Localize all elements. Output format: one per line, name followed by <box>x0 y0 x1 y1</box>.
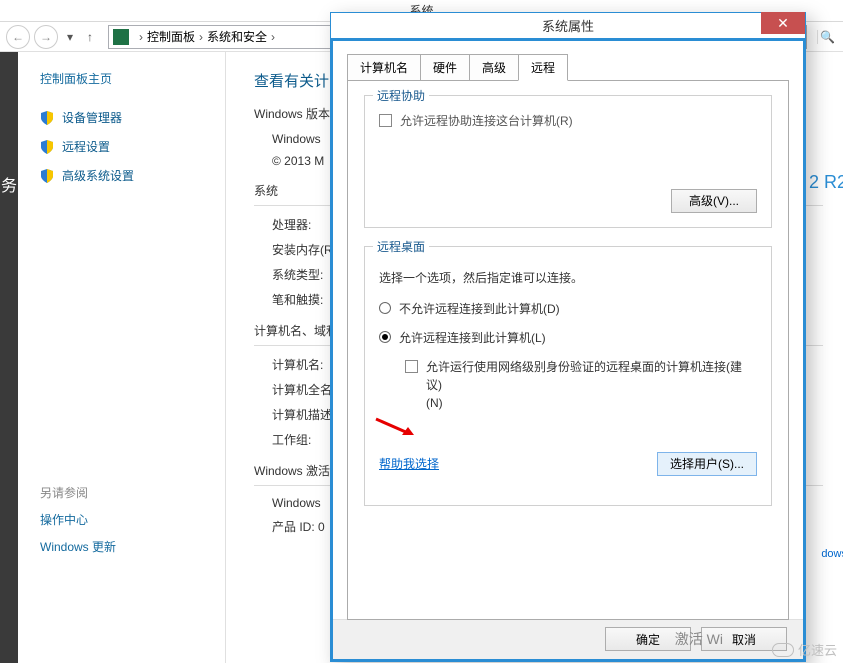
activate-windows-hint: 激活 Wi <box>675 629 723 649</box>
checkbox-label: 允许远程协助连接这台计算机(R) <box>400 112 573 129</box>
left-nav-pane: 控制面板主页 设备管理器 远程设置 高级系统设置 另请参阅 操作中心 Windo… <box>18 52 226 663</box>
select-users-button[interactable]: 选择用户(S)... <box>657 452 757 476</box>
radio-label: 允许远程连接到此计算机(L) <box>399 329 546 346</box>
tab-advanced[interactable]: 高级 <box>469 54 519 81</box>
server-r2-badge: 2 R2 <box>809 172 843 193</box>
tab-remote[interactable]: 远程 <box>518 54 568 81</box>
search-icon[interactable]: 🔍 <box>817 30 837 44</box>
tab-panel-remote: 远程协助 允许远程协助连接这台计算机(R) 高级(V)... 远程桌面 选择一个… <box>347 80 789 620</box>
sidebar-item-remote-settings[interactable]: 远程设置 <box>40 138 211 155</box>
help-me-choose-link[interactable]: 帮助我选择 <box>379 455 439 472</box>
remote-desktop-instruction: 选择一个选项，然后指定谁可以连接。 <box>379 269 757 286</box>
radio-allow-remote[interactable]: 允许远程连接到此计算机(L) <box>379 329 757 346</box>
shield-icon <box>40 111 54 125</box>
breadcrumb-sep-icon: › <box>271 30 275 44</box>
see-also-action-center[interactable]: 操作中心 <box>40 511 211 528</box>
radio-disallow-remote[interactable]: 不允许远程连接到此计算机(D) <box>379 300 757 317</box>
control-panel-home-link[interactable]: 控制面板主页 <box>40 70 211 87</box>
tab-hardware[interactable]: 硬件 <box>420 54 470 81</box>
radio-label: 不允许远程连接到此计算机(D) <box>399 300 560 317</box>
cloud-icon <box>772 643 794 657</box>
sidebar-item-label: 设备管理器 <box>62 109 122 126</box>
sidebar-item-advanced-system-settings[interactable]: 高级系统设置 <box>40 167 211 184</box>
tab-computer-name[interactable]: 计算机名 <box>347 54 421 81</box>
see-also-windows-update[interactable]: Windows 更新 <box>40 538 211 555</box>
advanced-button[interactable]: 高级(V)... <box>671 189 757 213</box>
breadcrumb-level1[interactable]: 系统和安全 <box>207 28 267 45</box>
sidebar-item-device-manager[interactable]: 设备管理器 <box>40 109 211 126</box>
checkbox-nla-row[interactable]: 允许运行使用网络级别身份验证的远程桌面的计算机连接(建议) (N) <box>405 358 757 412</box>
group-title-remote-assistance: 远程协助 <box>373 87 429 104</box>
nav-forward-button[interactable]: → <box>34 25 58 49</box>
checkbox-nla-label: 允许运行使用网络级别身份验证的远程桌面的计算机连接(建议) <box>426 360 742 392</box>
group-remote-desktop: 远程桌面 选择一个选项，然后指定谁可以连接。 不允许远程连接到此计算机(D) 允… <box>364 246 772 506</box>
shield-icon <box>40 169 54 183</box>
system-properties-dialog: 系统属性 计算机名 硬件 高级 远程 远程协助 允许远程协助连接这台计算机(R)… <box>330 12 806 662</box>
dialog-close-button[interactable] <box>761 12 805 34</box>
sidebar-item-label: 远程设置 <box>62 138 110 155</box>
left-dark-strip: 务 <box>0 52 18 663</box>
group-title-remote-desktop: 远程桌面 <box>373 238 429 255</box>
breadcrumb-sep-icon: › <box>199 30 203 44</box>
group-remote-assistance: 远程协助 允许远程协助连接这台计算机(R) 高级(V)... <box>364 95 772 228</box>
radio-icon <box>379 331 391 343</box>
nav-up-button[interactable]: ↑ <box>82 25 98 49</box>
checkbox-allow-remote-assistance[interactable] <box>379 114 392 127</box>
dialog-title: 系统属性 <box>542 16 594 35</box>
shield-icon <box>40 140 54 154</box>
breadcrumb-sep-icon: › <box>139 30 143 44</box>
radio-icon <box>379 302 391 314</box>
windows-more-link[interactable]: dows <box>821 548 843 560</box>
control-panel-icon <box>113 29 129 45</box>
see-also-header: 另请参阅 <box>40 484 211 501</box>
tab-row: 计算机名 硬件 高级 远程 <box>347 53 789 80</box>
annotation-arrow-icon <box>374 417 414 437</box>
nav-back-button[interactable]: ← <box>6 25 30 49</box>
checkbox-nla[interactable] <box>405 360 418 373</box>
sidebar-item-label: 高级系统设置 <box>62 167 134 184</box>
watermark-brand: 亿速云 <box>772 640 837 659</box>
checkbox-nla-suffix: (N) <box>426 396 443 410</box>
breadcrumb-root[interactable]: 控制面板 <box>147 28 195 45</box>
dialog-titlebar[interactable]: 系统属性 <box>331 13 805 39</box>
nav-recent-dropdown[interactable]: ▾ <box>62 25 78 49</box>
dialog-footer: 确定 取消 <box>330 619 806 662</box>
